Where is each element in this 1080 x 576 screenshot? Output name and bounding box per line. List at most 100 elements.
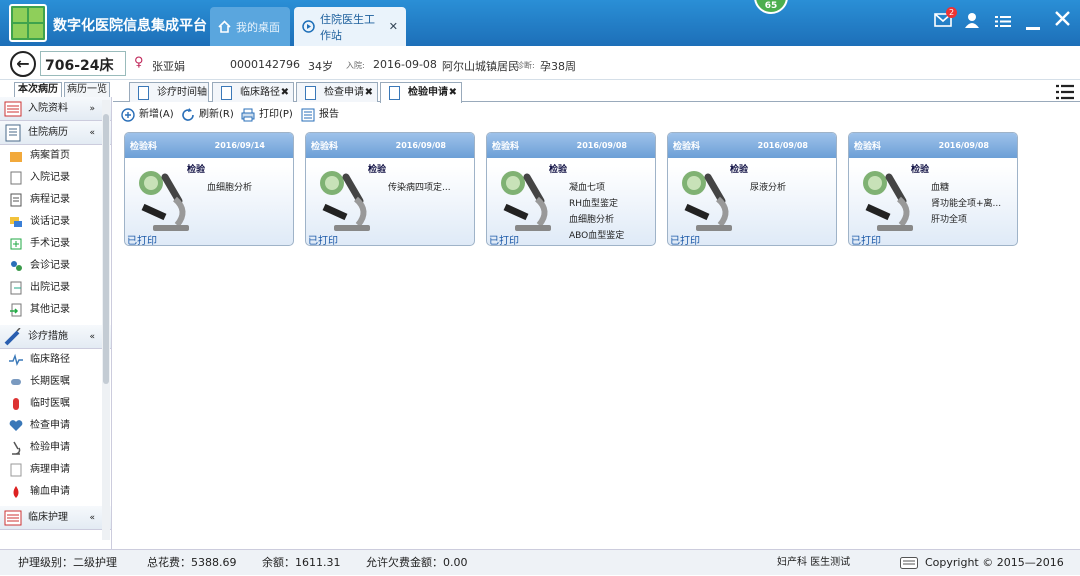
sidebar-item-admission-record[interactable]: 入院记录 xyxy=(0,167,111,189)
tab-close-icon[interactable]: ✖ xyxy=(449,83,457,102)
sidebar-item-transfusion-request[interactable]: 输血申请 xyxy=(0,481,111,503)
app-logo xyxy=(9,4,47,42)
item-label: 病理申请 xyxy=(30,464,70,475)
tab-exam-request[interactable]: 检查申请 ✖ xyxy=(296,82,378,102)
button-label: 刷新(R) xyxy=(199,109,234,120)
item-label: 其他记录 xyxy=(30,304,70,315)
microscope-icon xyxy=(859,171,919,233)
lab-request-card[interactable]: 检验科 2016/09/14 检验 血细胞分析 已打印 xyxy=(124,132,294,246)
item-label: 病案首页 xyxy=(30,150,70,161)
scrollbar-thumb[interactable] xyxy=(103,114,109,384)
card-header: 检验科 2016/09/14 xyxy=(125,133,293,158)
tab-my-desktop[interactable]: 我的桌面 xyxy=(210,7,290,46)
admit-date: 2016-09-08 xyxy=(373,58,437,71)
sidebar-scrollbar[interactable] xyxy=(102,100,110,540)
surgery-icon xyxy=(9,237,23,251)
exit-icon xyxy=(9,281,23,295)
tab-label: 临床路径 xyxy=(240,87,280,98)
allowed-arrears: 允许欠费金额：0.00 xyxy=(366,556,468,569)
sidebar-item-temp-orders[interactable]: 临时医嘱 xyxy=(0,393,111,415)
sidebar-group-admission[interactable]: 入院资料 » xyxy=(0,97,111,121)
item-label: 会诊记录 xyxy=(30,260,70,271)
report-button[interactable]: 报告 xyxy=(301,107,339,123)
consult-icon xyxy=(9,259,23,273)
menu-list-icon[interactable] xyxy=(995,13,1011,32)
folder-icon xyxy=(9,149,23,163)
patient-bar: ← 706-24床 ♀ 张亚娟 0000142796 34岁 入院: 2016-… xyxy=(0,46,1080,80)
add-button[interactable]: 新增(A) xyxy=(121,107,174,123)
top-bar: 数字化医院信息集成平台 我的桌面 住院医生工作站 ✕ 65 2 xyxy=(0,0,1080,46)
tab-current-record[interactable]: 本次病历 xyxy=(14,82,62,97)
card-date: 2016/09/08 xyxy=(395,141,446,150)
list-doc-icon xyxy=(4,100,22,118)
sidebar-item-case-home[interactable]: 病案首页 xyxy=(0,145,111,167)
card-header: 检验科 2016/09/08 xyxy=(487,133,655,158)
sidebar-item-clinical-path[interactable]: 临床路径 xyxy=(0,349,111,371)
sidebar-item-other-record[interactable]: 其他记录 xyxy=(0,299,111,321)
sidebar-item-conversation-record[interactable]: 谈话记录 xyxy=(0,211,111,233)
test-item: 凝血七项 xyxy=(569,183,606,193)
sidebar-item-surgery-record[interactable]: 手术记录 xyxy=(0,233,111,255)
back-arrow-icon[interactable]: ← xyxy=(10,51,36,77)
print-button[interactable]: 打印(P) xyxy=(241,107,293,123)
sidebar-item-progress-note[interactable]: 病程记录 xyxy=(0,189,111,211)
card-dept: 检验科 xyxy=(311,142,339,152)
printer-icon xyxy=(241,108,255,122)
close-icon[interactable] xyxy=(1055,11,1070,30)
sidebar-item-long-term-orders[interactable]: 长期医嘱 xyxy=(0,371,111,393)
sidebar-item-discharge-record[interactable]: 出院记录 xyxy=(0,277,111,299)
tab-record-list[interactable]: 病历一览 xyxy=(64,82,110,97)
sidebar-group-treatment[interactable]: 诊疗措施 « xyxy=(0,325,111,349)
notepad-icon xyxy=(9,193,23,207)
play-circle-icon xyxy=(302,20,315,33)
view-list-icon[interactable] xyxy=(1056,84,1074,103)
test-item: ABO血型鉴定 xyxy=(569,231,625,241)
lab-request-card[interactable]: 检验科 2016/09/08 检验 传染病四项定... 已打印 xyxy=(305,132,475,246)
card-dept: 检验科 xyxy=(130,142,158,152)
notification-badge[interactable]: 65 xyxy=(754,0,788,14)
refresh-icon xyxy=(181,108,195,122)
sidebar-group-nursing[interactable]: 临床护理 « xyxy=(0,506,111,530)
tab-close-icon[interactable]: ✕ xyxy=(389,20,398,33)
report-icon xyxy=(301,108,315,122)
document-icon xyxy=(389,86,400,100)
chevron-icon: « xyxy=(89,332,95,342)
sidebar-item-pathology-request[interactable]: 病理申请 xyxy=(0,459,111,481)
test-item: 血细胞分析 xyxy=(207,183,253,193)
test-item: 血细胞分析 xyxy=(569,215,615,225)
minimize-icon[interactable] xyxy=(1026,16,1040,35)
tab-inpatient-workstation[interactable]: 住院医生工作站 ✕ xyxy=(294,7,406,46)
tab-label: 住院医生工作站 xyxy=(320,12,375,42)
refresh-button[interactable]: 刷新(R) xyxy=(181,107,234,123)
tab-close-icon[interactable]: ✖ xyxy=(365,83,373,102)
sidebar-item-lab-request[interactable]: 检验申请 xyxy=(0,437,111,459)
button-label: 新增(A) xyxy=(139,109,174,120)
sidebar: 入院资料 » 住院病历 « 病案首页 入院记录 病程记录 谈话记录 手术记录 会… xyxy=(0,97,112,549)
tab-label: 检查申请 xyxy=(324,87,364,98)
chevron-icon: « xyxy=(89,128,95,138)
tab-lab-request[interactable]: 检验申请 ✖ xyxy=(380,82,462,103)
tab-clinical-path[interactable]: 临床路径 ✖ xyxy=(212,82,294,102)
group-label: 临床护理 xyxy=(28,512,68,523)
tab-label: 我的桌面 xyxy=(236,20,280,34)
bed-number: 706-24床 xyxy=(40,51,126,76)
lab-request-card[interactable]: 检验科 2016/09/08 检验 尿液分析 已打印 xyxy=(667,132,837,246)
card-dept: 检验科 xyxy=(673,142,701,152)
item-label: 谈话记录 xyxy=(30,216,70,227)
print-status: 已打印 xyxy=(670,236,700,246)
list-doc-icon xyxy=(4,509,22,527)
lab-request-card[interactable]: 检验科 2016/09/08 检验 凝血七项 RH血型鉴定 血细胞分析 ABO血型鉴定 已打印 xyxy=(486,132,656,246)
card-dept: 检验科 xyxy=(492,142,520,152)
sidebar-group-records[interactable]: 住院病历 « xyxy=(0,121,111,145)
dept-user: 妇产科 医生测试 xyxy=(777,557,851,568)
female-icon: ♀ xyxy=(134,55,144,70)
tab-timeline[interactable]: 诊疗时间轴 xyxy=(129,82,209,102)
sidebar-item-exam-request[interactable]: 检查申请 xyxy=(0,415,111,437)
lab-request-card[interactable]: 检验科 2016/09/08 检验 血糖 肾功能全项+离... 肝功全项 已打印 xyxy=(848,132,1018,246)
tab-close-icon[interactable]: ✖ xyxy=(281,83,289,102)
group-label: 入院资料 xyxy=(28,103,68,114)
arrow-doc-icon xyxy=(9,303,23,317)
item-label: 长期医嘱 xyxy=(30,376,70,387)
user-icon[interactable] xyxy=(964,12,980,32)
sidebar-item-consultation-record[interactable]: 会诊记录 xyxy=(0,255,111,277)
